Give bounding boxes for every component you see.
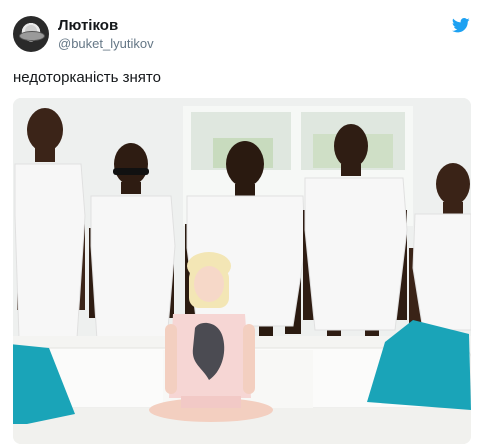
username[interactable]: @buket_lyutikov: [58, 36, 154, 52]
twitter-bird-icon[interactable]: [452, 18, 470, 33]
tweet-text: недоторканість знято: [13, 69, 161, 86]
avatar[interactable]: [13, 16, 49, 52]
photo-scene: [13, 98, 471, 444]
tweet-photo[interactable]: [13, 98, 471, 444]
avatar-disc: [19, 31, 45, 41]
display-name[interactable]: Лютіков: [58, 17, 118, 35]
tweet-card: Лютіков @buket_lyutikov недоторканість з…: [0, 0, 487, 447]
